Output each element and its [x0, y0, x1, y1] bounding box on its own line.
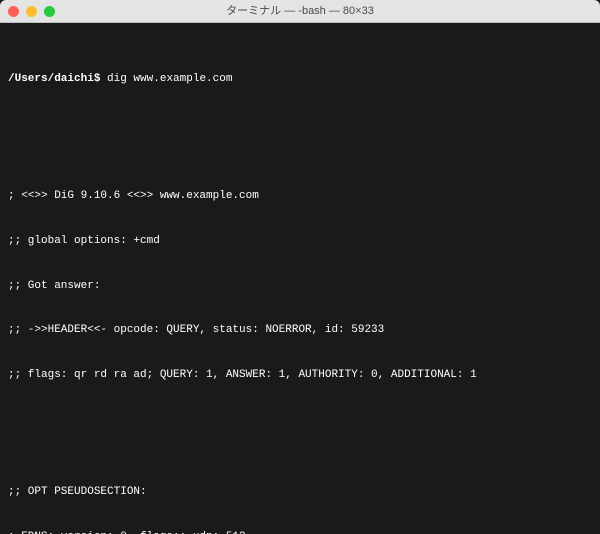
terminal-window: ターミナル — -bash — 80×33 /Users/daichi$ dig…: [0, 0, 600, 534]
dig-output-line: ; <<>> DiG 9.10.6 <<>> www.example.com: [8, 189, 592, 204]
window-title: ターミナル — -bash — 80×33: [0, 4, 600, 19]
prompt-sep: $: [94, 73, 107, 85]
prompt-path: /Users/daichi: [8, 73, 94, 85]
dig-output-line: ;; Got answer:: [8, 279, 592, 294]
terminal-body[interactable]: /Users/daichi$ dig www.example.com ; <<>…: [0, 23, 600, 534]
close-icon[interactable]: [8, 6, 19, 17]
zoom-icon[interactable]: [44, 6, 55, 17]
titlebar: ターミナル — -bash — 80×33: [0, 0, 600, 23]
command-dig: dig www.example.com: [107, 73, 232, 85]
dig-output-line: ;; OPT PSEUDOSECTION:: [8, 485, 592, 500]
dig-output-line: ;; global options: +cmd: [8, 234, 592, 249]
minimize-icon[interactable]: [26, 6, 37, 17]
dig-output-line: ; EDNS: version: 0, flags:; udp: 512: [8, 530, 592, 534]
blank-line: [8, 427, 592, 441]
dig-output-line: ;; ->>HEADER<<- opcode: QUERY, status: N…: [8, 323, 592, 338]
blank-line: [8, 131, 592, 145]
dig-output-line: ;; flags: qr rd ra ad; QUERY: 1, ANSWER:…: [8, 368, 592, 383]
prompt-line-dig: /Users/daichi$ dig www.example.com: [8, 72, 592, 87]
window-controls: [8, 6, 55, 17]
